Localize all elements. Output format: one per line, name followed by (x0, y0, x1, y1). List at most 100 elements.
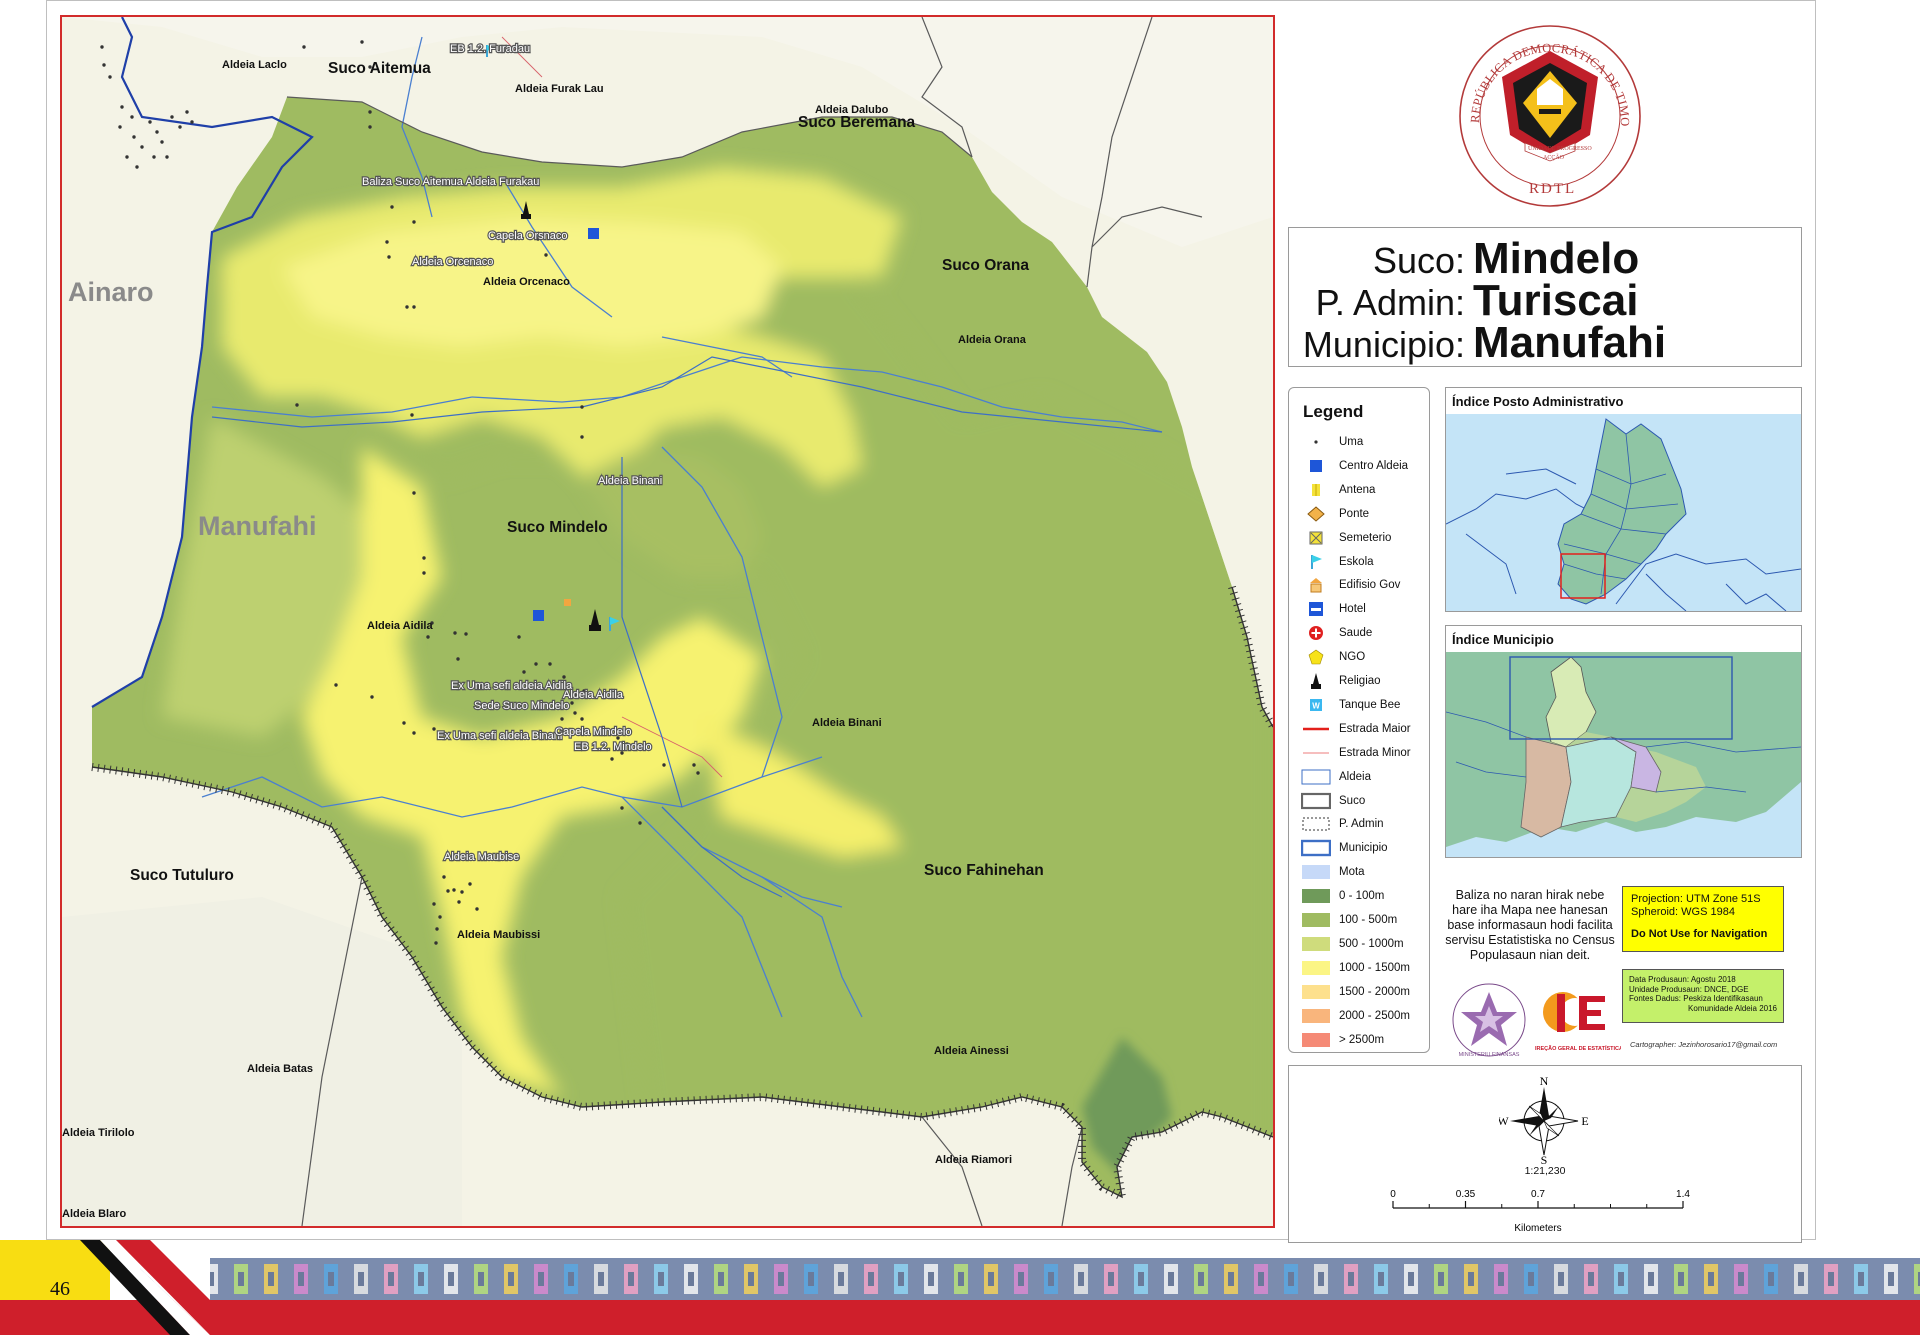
label-suco-orana: Suco Orana (942, 257, 1029, 274)
label-aldeia-dalubo: Aldeia Dalubo (815, 104, 889, 116)
svg-text:ACÇÃO: ACÇÃO (1543, 153, 1565, 161)
svg-text:PROGRESSO: PROGRESSO (1557, 146, 1592, 152)
tais-stripe-inner (1288, 1272, 1294, 1286)
minor-road-icon (1301, 744, 1331, 762)
title-box: Suco: Mindelo P. Admin: Turiscai Municip… (1288, 227, 1802, 367)
poi-aldeia-aidila[interactable]: Aldeia Aidila (562, 688, 625, 702)
elevation-swatch-icon (1301, 959, 1331, 977)
scale-tick-label: 0 (1390, 1189, 1396, 1200)
centro-aldeia-binani-icon[interactable] (533, 610, 544, 621)
aldeia-boundary-icon (1301, 768, 1331, 786)
label-aldeia-ainessi: Aldeia Ainessi (934, 1045, 1009, 1057)
tais-stripe-inner (568, 1272, 574, 1286)
government-building-icon[interactable] (564, 599, 571, 606)
uma-dot (130, 115, 134, 119)
poi-aldeia-maubise[interactable]: Aldeia Maubise (443, 850, 521, 864)
label-suco-aitemua: Suco Aitemua (328, 60, 431, 77)
tais-stripe-inner (808, 1272, 814, 1286)
tais-stripe-inner (928, 1272, 934, 1286)
tais-stripe-inner (1708, 1272, 1714, 1286)
scale-bar: 0 0.35 0.7 1.4 Kilometers (1390, 1189, 1690, 1234)
production-unit: Unidade Produsaun: DNCE, DGE (1629, 984, 1749, 994)
index-posto-box[interactable]: Índice Posto Administrativo (1445, 387, 1802, 612)
legend-item: NGO (1301, 647, 1365, 667)
uma-dot (135, 165, 139, 169)
tais-stripe-inner (478, 1272, 484, 1286)
uma-dot (190, 120, 194, 124)
centro-aldeia-orcenaco-icon[interactable] (588, 228, 599, 239)
uma-dot (452, 888, 456, 892)
production-date: Data Produsaun: Agostu 2018 (1629, 975, 1736, 984)
page-number: 46 (50, 1278, 70, 1300)
uma-dot (412, 220, 416, 224)
legend-item: Uma (1301, 432, 1363, 452)
poi-aldeia-binani[interactable]: Aldeia Binani (597, 474, 664, 488)
index-posto-map[interactable] (1446, 414, 1801, 611)
legend-item: 500 - 1000m (1301, 934, 1404, 954)
uma-dot (548, 662, 552, 666)
tais-stripe-inner (1558, 1272, 1564, 1286)
legend-item-label: Edifisio Gov (1339, 579, 1401, 592)
uma-dot (170, 115, 174, 119)
notes-box: Baliza no naran hirak nebe hare iha Mapa… (1445, 872, 1802, 1062)
legend-item-label: P. Admin (1339, 818, 1384, 831)
tais-stripe-inner (1858, 1272, 1864, 1286)
tais-stripe-inner (1498, 1272, 1504, 1286)
main-map[interactable]: Ainaro Manufahi Suco Mindelo Suco Aitemu… (60, 15, 1275, 1228)
uma-dot (132, 135, 136, 139)
poi-ex-uma-binani[interactable]: Ex Uma sefi aldeia Binani (436, 729, 564, 743)
tais-stripe-inner (448, 1272, 454, 1286)
uma-dot (544, 253, 548, 257)
legend-item: 1000 - 1500m (1301, 958, 1410, 978)
poi-ex-uma-aidila[interactable]: Ex Uma sefi aldeia Aidila (450, 679, 574, 693)
footer-flag-wedge (80, 1240, 210, 1335)
index-posto-title: Índice Posto Administrativo (1452, 394, 1624, 409)
tais-stripe-inner (298, 1272, 304, 1286)
uma-dot (412, 731, 416, 735)
index-municipio-map[interactable] (1446, 652, 1801, 857)
hotel-bed-icon (1301, 600, 1331, 618)
tais-stripe-inner (1378, 1272, 1384, 1286)
tais-stripe-inner (1228, 1272, 1234, 1286)
poi-eb-mindelo[interactable]: EB 1.2. Mindelo (573, 740, 653, 754)
uma-dot (295, 403, 299, 407)
poi-capela-mindelo[interactable]: Capela Mindelo (554, 725, 633, 739)
legend-item: W Tanque Bee (1301, 695, 1400, 715)
main-map-canvas[interactable]: Ainaro Manufahi Suco Mindelo Suco Aitemu… (62, 17, 1273, 1226)
label-ainaro: Ainaro (68, 277, 154, 307)
uma-dot (370, 695, 374, 699)
legend-item-label: Semeterio (1339, 531, 1392, 544)
poi-capela-orsnaco[interactable]: Capela Orsnaco (487, 229, 569, 243)
uma-dot (435, 927, 439, 931)
elevation-swatch-icon (1301, 983, 1331, 1001)
index-municipio-box[interactable]: Índice Municipio (1445, 625, 1802, 858)
uma-dot (385, 240, 389, 244)
uma-dot (432, 727, 436, 731)
blue-square-icon (1301, 457, 1331, 475)
legend-item-label: Eskola (1339, 555, 1374, 568)
municipio-boundary-icon (1301, 839, 1331, 857)
tais-stripe-inner (1618, 1272, 1624, 1286)
tais-stripe-inner (1888, 1272, 1894, 1286)
health-cross-icon (1301, 624, 1331, 642)
uma-dot (102, 63, 106, 67)
tais-stripe-inner (748, 1272, 754, 1286)
scale-tick-label: 0.35 (1456, 1189, 1476, 1200)
data-sources: Fontes Dadus: Peskiza Identifikasaun (1629, 994, 1763, 1003)
tais-stripe-inner (1408, 1272, 1414, 1286)
poi-baliza[interactable]: Baliza Suco Aitemua Aldeia Furakau (361, 175, 541, 189)
tais-stripe-inner (1138, 1272, 1144, 1286)
uma-dot (118, 125, 122, 129)
poi-eb-furadau[interactable]: EB 1.2. Furadau (449, 42, 532, 56)
tais-stripe-inner (688, 1272, 694, 1286)
scale-unit: Kilometers (1514, 1223, 1561, 1234)
poi-sede-suco[interactable]: Sede Suco Mindelo (473, 699, 571, 713)
rdtl-emblem-icon: REPÚBLICA DEMOCRÁTICA DE TIMOR-LESTE UNI… (1457, 23, 1641, 207)
tais-stripe-inner (898, 1272, 904, 1286)
legend-item-label: > 2500m (1339, 1033, 1385, 1046)
scale-tick-label: 1.4 (1676, 1189, 1690, 1200)
label-aldeia-blaro: Aldeia Blaro (62, 1208, 126, 1220)
label-aldeia-orana: Aldeia Orana (958, 334, 1027, 346)
poi-aldeia-orcenaco[interactable]: Aldeia Orcenaco (411, 255, 495, 269)
uma-dot (334, 683, 338, 687)
